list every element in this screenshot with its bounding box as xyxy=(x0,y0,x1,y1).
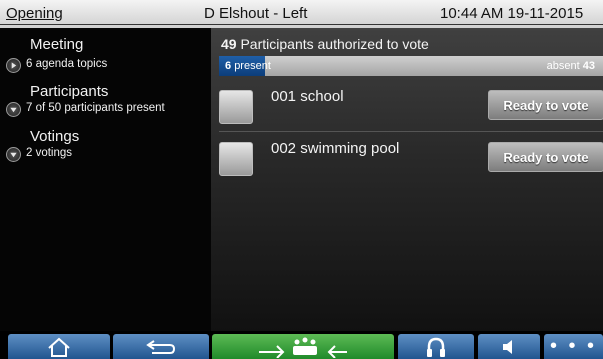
ready-to-vote-button[interactable]: Ready to vote xyxy=(488,142,603,172)
present-count-label: 6 present xyxy=(225,56,271,76)
sidebar-item-title: Participants xyxy=(30,83,109,100)
absent-count-label: absent 43 xyxy=(547,56,595,76)
sidebar-item-subtitle: 2 votings xyxy=(26,147,73,159)
chevron-down-icon xyxy=(6,147,21,162)
chevron-down-icon xyxy=(6,102,21,117)
back-button[interactable] xyxy=(113,334,209,359)
row-divider xyxy=(219,131,603,132)
headphones-icon xyxy=(427,337,445,357)
voting-row: 001 school Ready to vote xyxy=(219,84,603,132)
presence-bar: 6 present absent 43 xyxy=(219,56,603,76)
present-count: 6 xyxy=(225,60,232,72)
sidebar: Meeting 6 agenda topics Participants 7 o… xyxy=(0,28,211,331)
headphones-button[interactable] xyxy=(398,334,474,359)
voting-select-checkbox[interactable] xyxy=(219,90,253,124)
speaker-icon xyxy=(503,339,512,354)
voting-title: 001 school xyxy=(271,88,344,105)
more-icon: • • • xyxy=(549,335,598,357)
sidebar-item-title: Votings xyxy=(30,128,80,145)
status-bar: Opening D Elshout - Left 10:44 AM 19-11-… xyxy=(0,0,603,28)
voting-select-checkbox[interactable] xyxy=(219,142,253,176)
ready-to-vote-button[interactable]: Ready to vote xyxy=(488,90,603,120)
absent-count: 43 xyxy=(582,60,595,72)
authorized-text: Participants authorized to vote xyxy=(240,36,429,52)
status-divider xyxy=(0,24,603,25)
voting-row: 002 swimming pool Ready to vote xyxy=(219,136,603,180)
transfer-participants-icon xyxy=(259,337,347,358)
voting-panel: 49 Participants authorized to vote 6 pre… xyxy=(211,28,603,331)
home-button[interactable] xyxy=(8,334,110,359)
sidebar-item-participants[interactable]: Participants 7 of 50 participants presen… xyxy=(0,83,211,123)
sidebar-item-meeting[interactable]: Meeting 6 agenda topics xyxy=(0,36,211,76)
voting-title: 002 swimming pool xyxy=(271,140,400,157)
sidebar-item-votings[interactable]: Votings 2 votings xyxy=(0,128,211,168)
more-button[interactable]: • • • xyxy=(544,334,603,359)
sidebar-item-subtitle: 6 agenda topics xyxy=(26,58,108,70)
absent-label: absent xyxy=(546,60,580,72)
back-arrow-icon xyxy=(146,339,176,354)
home-icon xyxy=(48,337,70,357)
speaker-button[interactable] xyxy=(478,334,540,359)
authorized-header: 49 Participants authorized to vote xyxy=(221,36,429,52)
authorized-count: 49 xyxy=(221,36,237,52)
sidebar-item-title: Meeting xyxy=(30,36,84,53)
play-right-icon xyxy=(6,58,21,73)
bottom-navigation: • • • xyxy=(0,331,603,359)
sidebar-item-subtitle: 7 of 50 participants present xyxy=(26,102,165,114)
transfer-participants-button[interactable] xyxy=(212,334,394,359)
present-label: present xyxy=(234,60,271,72)
